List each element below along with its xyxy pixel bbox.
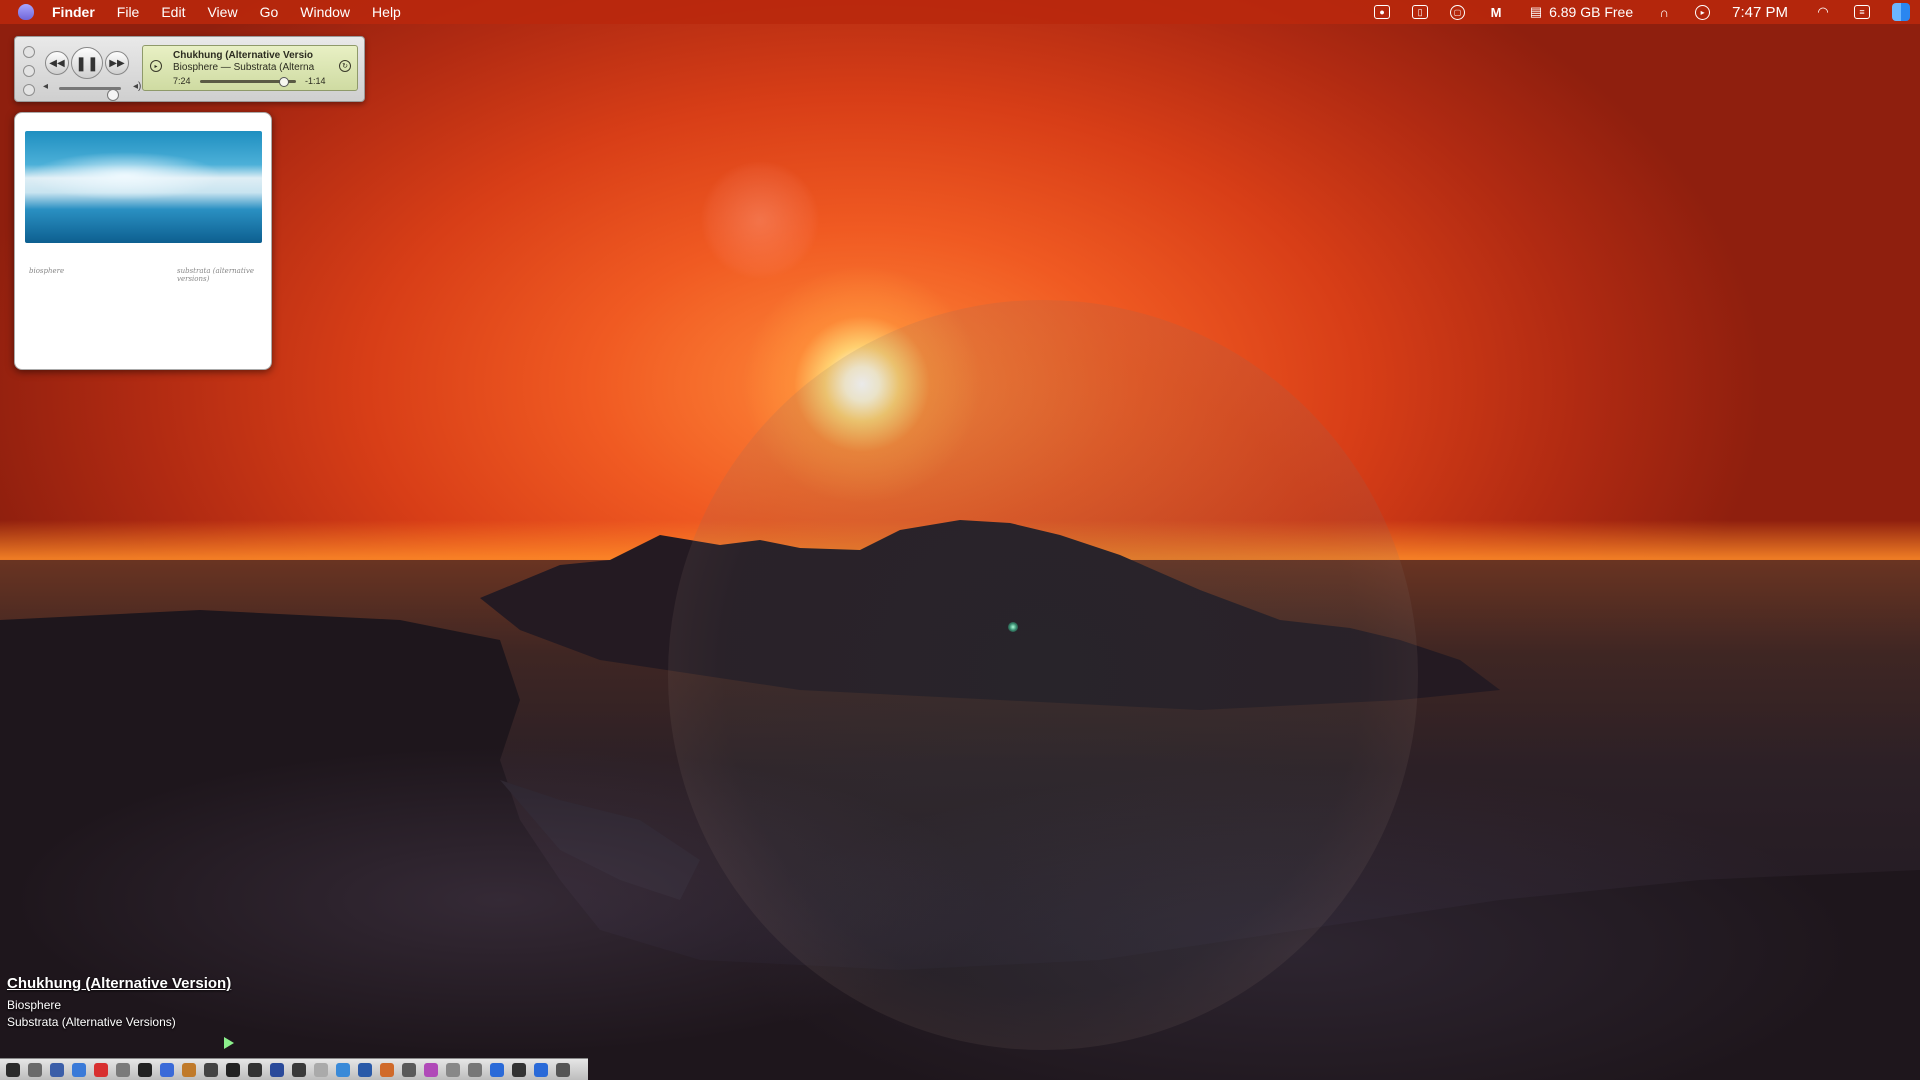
album-art-widget[interactable]: biosphere substrata (alternative version… [14,112,272,370]
window-controls [23,46,35,103]
disk-icon[interactable]: ▤ [1527,4,1545,20]
play-circle-icon[interactable]: ▸ [1695,4,1711,20]
minimize-button[interactable] [23,65,35,77]
app-dock [0,1058,588,1080]
desktop-wallpaper [0,0,1920,1080]
menu-app-finder[interactable]: Finder [52,4,95,20]
headphones-icon[interactable]: ∩ [1655,4,1673,20]
zoom-button[interactable] [23,84,35,96]
volume-slider[interactable] [59,87,121,101]
dock-app-icon[interactable] [50,1062,64,1077]
now-playing-display: ▸ Chukhung (Alternative Versio Biosphere… [142,45,358,91]
dock-app-icon[interactable] [512,1062,526,1077]
dock-app-icon[interactable] [534,1062,548,1077]
menu-help[interactable]: Help [372,4,401,20]
clipboard-icon[interactable]: ▢ [1450,4,1466,20]
shuffle-icon[interactable]: ▸ [150,60,162,72]
dock-app-icon[interactable] [380,1062,394,1077]
lcd-track-title: Chukhung (Alternative Versio [173,50,314,61]
dock-app-icon[interactable] [468,1062,482,1077]
disk-free-label[interactable]: 6.89 GB Free [1549,4,1633,20]
prev-icon: ◀◀ [49,57,65,69]
control-center-icon[interactable]: ≡ [1854,5,1870,19]
album-cover [25,131,262,243]
repeat-icon[interactable]: ↻ [339,60,351,72]
lens-flare-ring [668,300,1418,1050]
next-icon: ▶▶ [109,57,125,69]
dock-app-icon[interactable] [292,1062,306,1077]
volume-knob[interactable] [106,89,119,101]
now-playing-album: Substrata (Alternative Versions) [7,1015,176,1029]
pause-button[interactable]: ❚❚ [71,47,103,79]
elapsed-time: 7:24 [173,76,191,86]
dock-app-icon[interactable] [226,1062,240,1077]
close-button[interactable] [23,46,35,58]
mini-player: ◀◀ ❚❚ ▶▶ ◂ ◂) ▸ Chukhung (Alternative Ve… [14,36,365,102]
next-track-button[interactable]: ▶▶ [105,51,129,75]
dock-app-icon[interactable] [94,1062,108,1077]
now-playing-artist: Biosphere [7,998,62,1012]
finder-face-icon[interactable] [1892,3,1910,21]
dock-app-icon[interactable] [6,1062,20,1077]
previous-track-button[interactable]: ◀◀ [45,51,69,75]
apple-menu-icon[interactable] [18,4,34,20]
sidebar-icon[interactable]: ▯ [1412,5,1429,19]
progress-bar[interactable] [200,77,296,87]
cover-caption-artist: biosphere [29,267,65,275]
cover-caption-album: substrata (alternative versions) [177,267,254,283]
lcd-artist-album: Biosphere — Substrata (Alterna [173,62,315,73]
dock-app-icon[interactable] [204,1062,218,1077]
dock-app-icon[interactable] [138,1062,152,1077]
menu-file[interactable]: File [117,4,140,20]
volume-control: ◂ ◂) [43,81,143,101]
dock-app-icon[interactable] [160,1062,174,1077]
menu-window[interactable]: Window [300,4,350,20]
menu-go[interactable]: Go [260,4,279,20]
dock-app-icon[interactable] [116,1062,130,1077]
dock-app-icon[interactable] [72,1062,86,1077]
screen-record-icon[interactable]: ● [1374,5,1391,19]
remaining-time: -1:14 [305,76,326,86]
dock-app-icon[interactable] [556,1062,570,1077]
wifi-icon[interactable]: ◠ [1814,4,1832,20]
status-area: ● ▯ ▢ M ▤ 6.89 GB Free ∩ ▸ 7:47 PM ◠ ≡ [1374,0,1920,24]
malwarebytes-icon[interactable]: M [1487,4,1505,20]
menu-clock[interactable]: 7:47 PM [1732,4,1788,21]
dock-app-icon[interactable] [182,1062,196,1077]
dock-app-icon[interactable] [314,1062,328,1077]
now-playing-overlay: Chukhung (Alternative Version) Biosphere… [7,975,231,1029]
lens-flare-dot [1008,622,1018,632]
now-playing-title[interactable]: Chukhung (Alternative Version) [7,975,231,992]
dock-app-icon[interactable] [402,1062,416,1077]
menu-view[interactable]: View [207,4,237,20]
dock-app-icon[interactable] [358,1062,372,1077]
progress-knob[interactable] [278,77,289,87]
dock-app-icon[interactable] [270,1062,284,1077]
dock-app-icon[interactable] [490,1062,504,1077]
volume-low-icon: ◂ [43,81,49,92]
dock-app-icon[interactable] [424,1062,438,1077]
dock-app-icon[interactable] [336,1062,350,1077]
play-indicator-icon[interactable] [224,1037,234,1049]
menu-bar: Finder File Edit View Go Window Help ● ▯… [0,0,1920,24]
dock-app-icon[interactable] [28,1062,42,1077]
pause-icon: ❚❚ [75,54,99,71]
menu-edit[interactable]: Edit [161,4,185,20]
dock-app-icon[interactable] [446,1062,460,1077]
volume-high-icon: ◂) [133,81,142,92]
dock-app-icon[interactable] [248,1062,262,1077]
